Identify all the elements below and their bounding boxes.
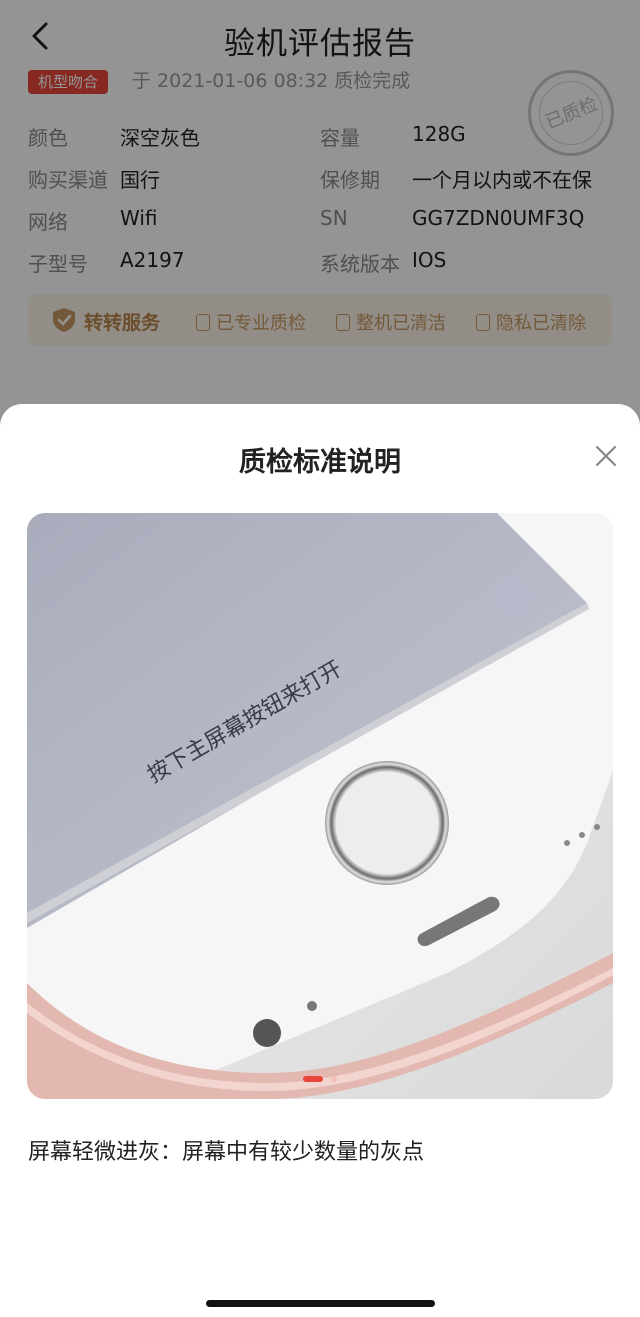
standard-description: 屏幕轻微进灰：屏幕中有较少数量的灰点 <box>28 1140 425 1165</box>
example-photo[interactable]: 按下主屏幕按钮来打开 <box>27 513 613 1099</box>
sheet-title: 质检标准说明 <box>239 447 401 478</box>
close-button[interactable] <box>592 442 620 470</box>
close-icon <box>595 445 617 467</box>
pager-dot-active <box>303 1076 323 1082</box>
pager-dot <box>331 1076 337 1082</box>
phone-closeup-image: 按下主屏幕按钮来打开 <box>27 513 613 1099</box>
quality-standard-sheet: 质检标准说明 按下主屏幕按钮来打开 屏幕轻微进灰：屏幕中有较少数量的灰点 <box>0 404 640 1317</box>
home-indicator <box>206 1300 435 1307</box>
